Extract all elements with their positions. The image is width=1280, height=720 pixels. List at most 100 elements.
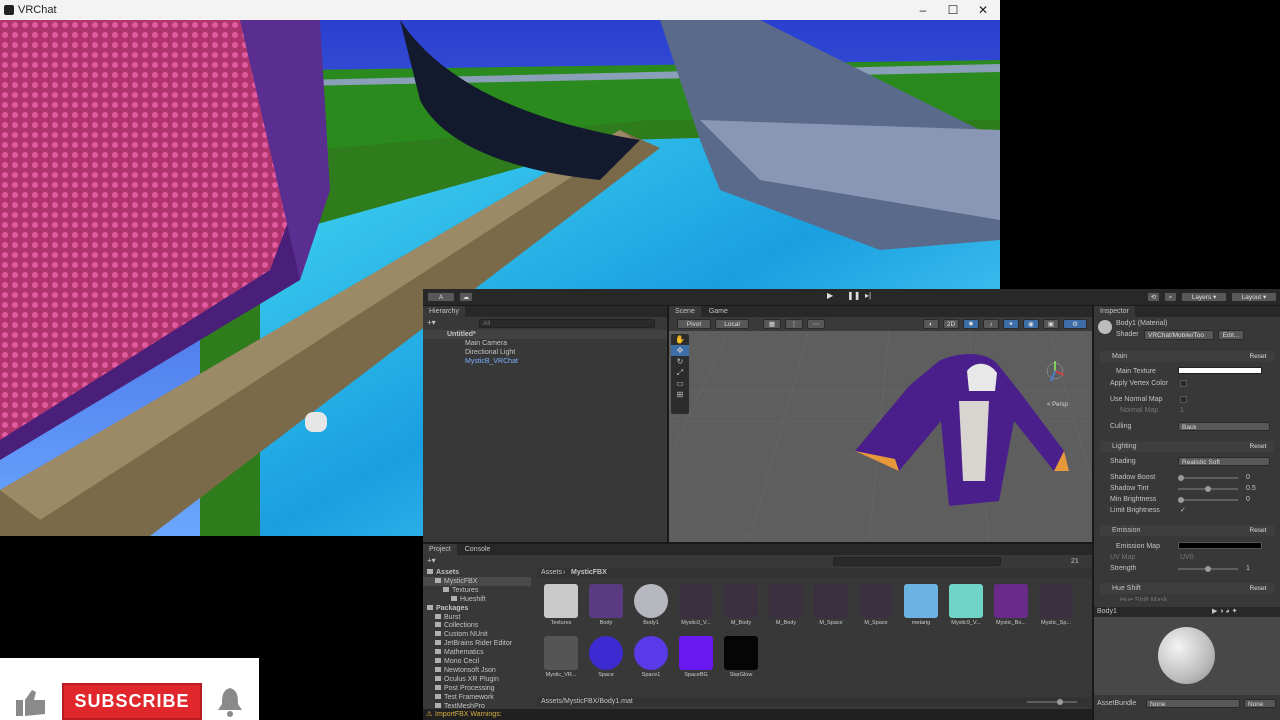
- lighting-reset-button[interactable]: Reset: [1244, 442, 1272, 451]
- asset-item[interactable]: Mystic_Sp...: [1038, 584, 1074, 626]
- asset-item[interactable]: M_Space: [858, 584, 894, 626]
- history-icon[interactable]: ⟲: [1147, 292, 1160, 302]
- strength-knob[interactable]: [1205, 566, 1211, 572]
- min-brightness-slider[interactable]: [1178, 497, 1238, 503]
- asset-bundle-dropdown[interactable]: None: [1146, 699, 1240, 708]
- shadow-tint-value[interactable]: 0.5: [1246, 484, 1256, 493]
- shadow-tint-knob[interactable]: [1205, 486, 1211, 492]
- project-tree-item[interactable]: Mono Cecil: [423, 657, 531, 666]
- cloud-icon[interactable]: ☁: [459, 292, 473, 302]
- maximize-button[interactable]: ☐: [938, 0, 968, 20]
- rect-tool-icon[interactable]: ▭: [671, 378, 689, 389]
- layers-dropdown[interactable]: Layers ▾: [1181, 292, 1227, 302]
- thumbs-up-icon[interactable]: [14, 688, 48, 718]
- asset-item[interactable]: Mystic_Bo...: [993, 584, 1029, 626]
- project-tree-item[interactable]: Textures: [423, 586, 531, 595]
- asset-item[interactable]: M_Body: [768, 584, 804, 626]
- shadow-boost-slider[interactable]: [1178, 475, 1238, 481]
- thumbnail-size-slider[interactable]: [1027, 699, 1077, 705]
- asset-item[interactable]: metarig: [903, 584, 939, 626]
- strength-slider[interactable]: [1178, 566, 1238, 572]
- gizmos-icon[interactable]: ⚙: [1063, 319, 1087, 329]
- asset-item[interactable]: StarGlow: [723, 636, 759, 678]
- project-tree-item[interactable]: Hueshift: [423, 595, 531, 604]
- project-tree-item[interactable]: Newtonsoft Json: [423, 666, 531, 675]
- play-button[interactable]: ▶: [827, 291, 833, 300]
- tab-scene[interactable]: Scene: [669, 306, 701, 317]
- project-tree-item[interactable]: Mathematics: [423, 648, 531, 657]
- culling-dropdown[interactable]: Back: [1178, 422, 1270, 431]
- apply-vertex-color-checkbox[interactable]: [1180, 380, 1187, 387]
- hierarchy-item-avatar[interactable]: MysticB_VRChat: [465, 357, 518, 366]
- effects-icon[interactable]: ✦: [1003, 319, 1019, 329]
- account-dropdown[interactable]: A: [427, 292, 455, 302]
- increment-icon[interactable]: ⋯: [807, 319, 825, 329]
- lighting-icon[interactable]: ✹: [963, 319, 979, 329]
- shadow-tint-slider[interactable]: [1178, 486, 1238, 492]
- snap-icon[interactable]: ⋮: [785, 319, 803, 329]
- project-tree-item[interactable]: Oculus XR Plugin: [423, 675, 531, 684]
- scene-name[interactable]: Untitled*: [447, 330, 476, 339]
- tab-game[interactable]: Game: [703, 306, 734, 317]
- limit-brightness-checkbox[interactable]: ✓: [1180, 506, 1186, 514]
- asset-item[interactable]: Space1: [633, 636, 669, 678]
- grid-icon[interactable]: ▦: [763, 319, 781, 329]
- move-tool-icon[interactable]: ✥: [671, 345, 689, 356]
- rotate-tool-icon[interactable]: ↻: [671, 356, 689, 367]
- tab-inspector[interactable]: Inspector: [1094, 306, 1135, 317]
- hue-shift-reset-button[interactable]: Reset: [1244, 584, 1272, 593]
- shadow-boost-knob[interactable]: [1178, 475, 1184, 481]
- preview-play-icon[interactable]: ▶ ◑ ◕ ✦: [1212, 607, 1238, 617]
- asset-item[interactable]: Mystic0_V...: [678, 584, 714, 626]
- project-tree-item[interactable]: Burst: [423, 613, 531, 622]
- tab-hierarchy[interactable]: Hierarchy: [423, 306, 465, 317]
- add-icon[interactable]: +▾: [427, 318, 436, 327]
- emission-color[interactable]: [1178, 542, 1262, 549]
- scene-viewport[interactable]: [669, 331, 1092, 542]
- min-brightness-knob[interactable]: [1178, 497, 1184, 503]
- asset-bundle-variant-dropdown[interactable]: None: [1244, 699, 1276, 708]
- asset-item[interactable]: SpaceBG: [678, 636, 714, 678]
- minimize-button[interactable]: –: [908, 0, 938, 20]
- mode-2d-toggle[interactable]: 2D: [943, 319, 959, 329]
- subscribe-button[interactable]: SUBSCRIBE: [62, 683, 202, 720]
- persp-label[interactable]: < Persp: [1047, 402, 1068, 408]
- asset-item[interactable]: Space: [588, 636, 624, 678]
- min-brightness-value[interactable]: 0: [1246, 495, 1250, 504]
- asset-item[interactable]: Textures: [543, 584, 579, 626]
- audio-icon[interactable]: ♪: [983, 319, 999, 329]
- thumbnail-size-knob[interactable]: [1057, 699, 1063, 705]
- asset-item[interactable]: M_Space: [813, 584, 849, 626]
- close-button[interactable]: ✕: [968, 0, 998, 20]
- project-tree-item[interactable]: Custom NUnit: [423, 630, 531, 639]
- edit-shader-button[interactable]: Edit...: [1218, 330, 1244, 340]
- asset-item[interactable]: Body: [588, 584, 624, 626]
- project-tree-item[interactable]: Collections: [423, 621, 531, 630]
- project-search-input[interactable]: [833, 557, 1001, 566]
- project-tree-item[interactable]: JetBrains Rider Editor: [423, 639, 531, 648]
- main-texture-color[interactable]: [1178, 367, 1262, 374]
- shader-dropdown[interactable]: VRChat/Mobile/Too: [1144, 330, 1214, 340]
- transform-tool-icon[interactable]: ⊞: [671, 389, 689, 400]
- step-button[interactable]: ▸|: [865, 291, 871, 300]
- hand-tool-icon[interactable]: ✋: [671, 334, 689, 345]
- bell-icon[interactable]: [216, 686, 244, 718]
- search-icon[interactable]: ⌕: [1164, 292, 1177, 302]
- layout-dropdown[interactable]: Layout ▾: [1231, 292, 1277, 302]
- project-tree-item[interactable]: Post Processing: [423, 684, 531, 693]
- strength-value[interactable]: 1: [1246, 564, 1250, 573]
- tab-console[interactable]: Console: [459, 544, 497, 555]
- asset-item[interactable]: Body1: [633, 584, 669, 626]
- main-reset-button[interactable]: Reset: [1244, 352, 1272, 361]
- project-tree-item[interactable]: Packages: [423, 604, 531, 613]
- project-add-icon[interactable]: +▾: [427, 556, 436, 565]
- visibility-icon[interactable]: ◉: [1023, 319, 1039, 329]
- project-tree-item[interactable]: Test Framework: [423, 693, 531, 702]
- material-preview[interactable]: [1094, 617, 1280, 695]
- asset-item[interactable]: Mystic9_V...: [948, 584, 984, 626]
- shadow-boost-value[interactable]: 0: [1246, 473, 1250, 482]
- project-tree-item[interactable]: Assets: [423, 568, 531, 577]
- camera-icon[interactable]: ▣: [1043, 319, 1059, 329]
- shading-mode-icon[interactable]: ◐: [923, 319, 939, 329]
- tab-project[interactable]: Project: [423, 544, 457, 555]
